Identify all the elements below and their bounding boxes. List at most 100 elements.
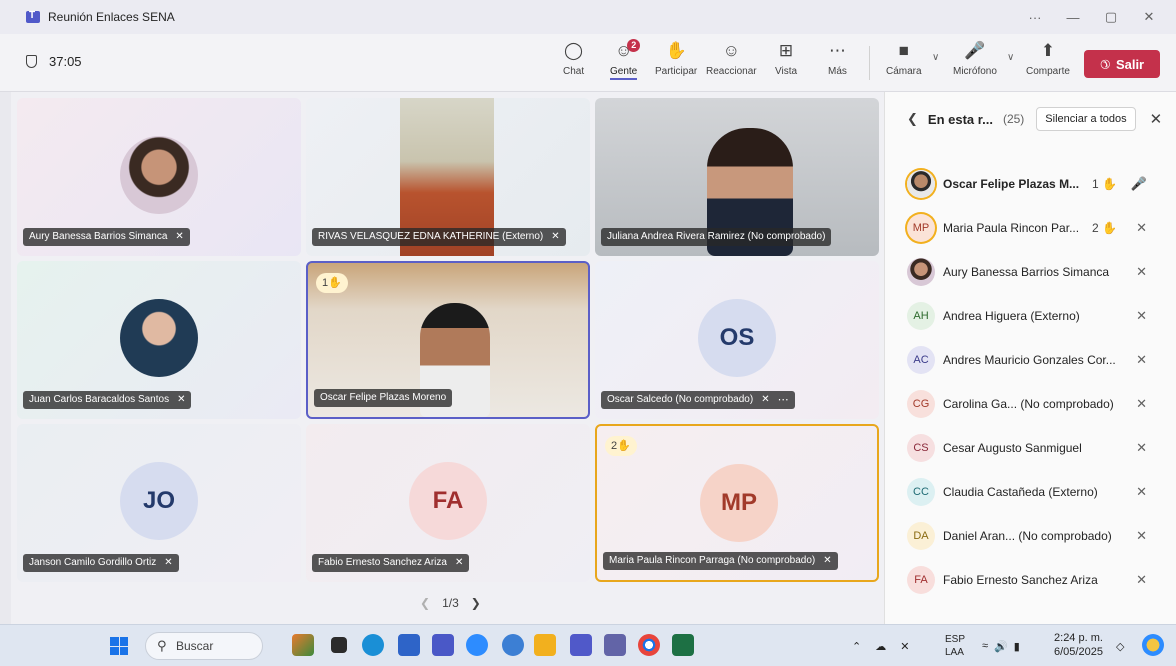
- show-hidden-icons-chevron-icon[interactable]: ⌃: [852, 640, 861, 653]
- react-button[interactable]: ☺ Reaccionar: [706, 40, 757, 77]
- mic-muted-icon: ✕: [1136, 220, 1147, 235]
- participant-nametag: Janson Camilo Gordillo Ortiz ✕: [23, 554, 179, 572]
- people-icon: ☺ 2: [615, 39, 641, 62]
- zoom-icon[interactable]: [466, 634, 488, 656]
- meeting-toolbar: 37:05 ◯ Chat ☺ 2 Gente ✋ Participar ☺ Rea…: [0, 34, 1176, 92]
- participant-count: (25): [1002, 112, 1025, 126]
- meeting-timer: 37:05: [26, 54, 82, 69]
- mic-options-chevron-icon[interactable]: ∨: [1007, 52, 1014, 63]
- battery-icon: ▮: [1013, 640, 1020, 653]
- windows-taskbar: ⚲ Buscar ⌃ ☁ ✕ ESP LAA ≈ 🔊 ▮ 2:24 p. m. …: [0, 624, 1176, 666]
- share-icon: ⬆: [1040, 41, 1056, 60]
- mic-muted-icon[interactable]: ✕: [900, 640, 909, 653]
- minimize-button[interactable]: —: [1054, 10, 1092, 25]
- search-placeholder: Buscar: [176, 639, 214, 653]
- camera-options-chevron-icon[interactable]: ∨: [932, 52, 939, 63]
- avatar-initials: AH: [907, 302, 935, 330]
- video-tile[interactable]: OS Oscar Salcedo (No comprobado) ✕ ⋯: [595, 261, 879, 419]
- notification-bell-icon[interactable]: ◇: [1116, 625, 1124, 666]
- participant-row[interactable]: AH Andrea Higuera (Externo) ✕: [885, 299, 1176, 333]
- participant-name: Oscar Felipe Plazas M...: [943, 177, 1080, 191]
- video-tile[interactable]: Juliana Andrea Rivera Ramirez (No compro…: [595, 98, 879, 256]
- app-icon[interactable]: [432, 634, 454, 656]
- participant-row[interactable]: AC Andres Mauricio Gonzales Cor... ✕: [885, 343, 1176, 377]
- participant-row[interactable]: CG Carolina Ga... (No comprobado) ✕: [885, 387, 1176, 421]
- network-volume-battery[interactable]: ≈ 🔊 ▮: [982, 625, 1020, 666]
- mic-on-icon: 🎤: [1130, 176, 1147, 191]
- chat-button[interactable]: ◯ Chat: [563, 40, 584, 77]
- participant-row[interactable]: Aury Banessa Barrios Simanca ✕: [885, 255, 1176, 289]
- people-button[interactable]: ☺ 2 Gente: [610, 39, 641, 80]
- teams-meeting-icon[interactable]: [604, 634, 626, 656]
- video-tile[interactable]: RIVAS VELASQUEZ EDNA KATHERINE (Externo)…: [306, 98, 590, 256]
- camera-button[interactable]: ■ Cámara: [886, 40, 922, 77]
- video-tile[interactable]: Juan Carlos Baracaldos Santos ✕: [17, 261, 301, 419]
- participant-name-text: Daniel Aran...: [943, 529, 1016, 543]
- taskview-icon[interactable]: [331, 637, 347, 653]
- video-tile-active-speaker[interactable]: 1✋ Oscar Felipe Plazas Moreno: [306, 261, 590, 419]
- avatar-initials: FA: [907, 566, 935, 594]
- more-button[interactable]: ⋯ Más: [828, 40, 847, 77]
- language-code: ESP: [945, 634, 966, 645]
- app-icon[interactable]: [502, 634, 524, 656]
- copilot-icon[interactable]: [1142, 634, 1164, 656]
- clock[interactable]: 2:24 p. m. 6/05/2025: [1054, 631, 1103, 659]
- raise-hand-button[interactable]: ✋ Participar: [655, 40, 697, 77]
- leave-button[interactable]: ✆ Salir: [1084, 50, 1160, 78]
- store-icon[interactable]: [398, 634, 420, 656]
- back-chevron-icon[interactable]: ❮: [907, 111, 918, 127]
- mute-all-button[interactable]: Silenciar a todos: [1036, 107, 1136, 131]
- gallery-pager: ❮ 1/3 ❯: [420, 596, 481, 610]
- system-tray: ⌃ ☁ ✕: [852, 625, 909, 666]
- participant-nametag: Oscar Salcedo (No comprobado) ✕ ⋯: [601, 391, 795, 409]
- participant-name: Maria Paula Rincon Par...: [943, 221, 1080, 235]
- avatar-initials: JO: [120, 462, 198, 540]
- teams-icon[interactable]: [570, 634, 592, 656]
- mic-muted-icon: ✕: [1136, 352, 1147, 367]
- raise-hand-icon: ✋: [1102, 177, 1117, 191]
- participant-row[interactable]: Oscar Felipe Plazas M... 1 ✋ 🎤: [885, 167, 1176, 201]
- close-window-button[interactable]: ✕: [1130, 9, 1168, 25]
- microphone-button[interactable]: 🎤 Micrófono: [953, 40, 997, 77]
- video-tile[interactable]: Aury Banessa Barrios Simanca ✕: [17, 98, 301, 256]
- file-explorer-icon[interactable]: [534, 634, 556, 656]
- taskbar-search[interactable]: ⚲ Buscar: [145, 632, 263, 660]
- share-button[interactable]: ⬆ Comparte: [1026, 40, 1070, 77]
- avatar-initials: MP: [907, 214, 935, 242]
- more-icon[interactable]: ⋯: [778, 391, 789, 409]
- participant-name: Oscar Felipe Plazas Moreno: [320, 392, 447, 403]
- participant-row[interactable]: DA Daniel Aran... (No comprobado) ✕: [885, 519, 1176, 553]
- participant-row[interactable]: FA Fabio Ernesto Sanchez Ariza ✕: [885, 563, 1176, 597]
- input-language[interactable]: ESP LAA: [945, 633, 965, 659]
- mic-muted-icon: ✕: [761, 394, 770, 405]
- phone-icon: ✆: [1096, 55, 1114, 73]
- mic-muted-icon: ✕: [1136, 396, 1147, 411]
- previous-page-chevron-icon[interactable]: ❮: [420, 596, 430, 610]
- grid-view-icon: ⊞: [778, 41, 794, 60]
- avatar-initials: OS: [698, 299, 776, 377]
- chrome-icon[interactable]: [638, 634, 660, 656]
- participant-row[interactable]: MP Maria Paula Rincon Par... 2 ✋ ✕: [885, 211, 1176, 245]
- avatar: [120, 136, 198, 214]
- participant-nametag: Oscar Felipe Plazas Moreno: [314, 389, 453, 407]
- next-page-chevron-icon[interactable]: ❯: [471, 596, 481, 610]
- avatar-initials: MP: [700, 464, 778, 542]
- participant-row[interactable]: CC Claudia Castañeda (Externo) ✕: [885, 475, 1176, 509]
- video-tile[interactable]: FA Fabio Ernesto Sanchez Ariza ✕: [306, 424, 590, 582]
- participant-nametag: Aury Banessa Barrios Simanca ✕: [23, 228, 190, 246]
- raise-hand-icon: ✋: [665, 41, 687, 60]
- hand-number: 2: [1092, 221, 1099, 235]
- layout-code: LAA: [945, 647, 964, 658]
- excel-icon[interactable]: [672, 634, 694, 656]
- widget-app-icon[interactable]: [292, 634, 314, 656]
- start-button-windows-icon[interactable]: [110, 637, 128, 655]
- view-button[interactable]: ⊞ Vista: [775, 40, 797, 77]
- onedrive-icon[interactable]: ☁: [875, 640, 886, 653]
- maximize-button[interactable]: ▢: [1092, 9, 1130, 25]
- close-panel-icon[interactable]: ✕: [1150, 110, 1163, 128]
- more-options-button[interactable]: ···: [1016, 10, 1054, 25]
- video-tile-raised-hand[interactable]: 2✋ MP Maria Paula Rincon Parraga (No com…: [595, 424, 879, 582]
- edge-icon[interactable]: [362, 634, 384, 656]
- video-tile[interactable]: JO Janson Camilo Gordillo Ortiz ✕: [17, 424, 301, 582]
- participant-row[interactable]: CS Cesar Augusto Sanmiguel ✕: [885, 431, 1176, 465]
